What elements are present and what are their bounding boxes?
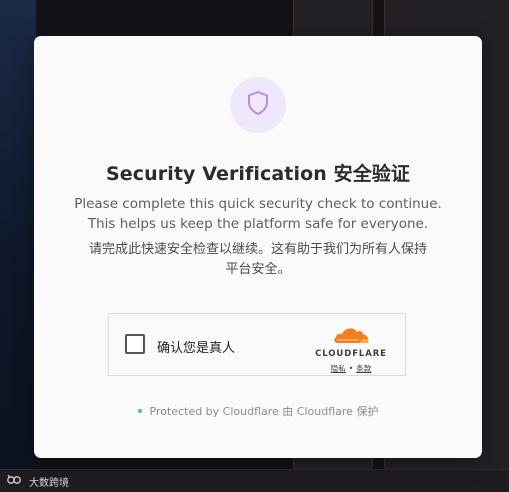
security-verification-modal: Security Verification 安全验证 Please comple… bbox=[34, 36, 482, 458]
description-english-line: This helps us keep the platform safe for… bbox=[87, 216, 429, 232]
description-english: Please complete this quick security chec… bbox=[64, 194, 452, 234]
background-page-left bbox=[0, 0, 36, 470]
cloudflare-branding: CLOUDFLARE 隐私 • 条款 bbox=[313, 324, 389, 374]
description-chinese: 请完成此快速安全检查以继续。这有助于我们为所有人保持 平台安全。 bbox=[60, 240, 456, 280]
cloudflare-cloud-icon bbox=[332, 328, 370, 348]
human-verification-checkbox[interactable] bbox=[125, 334, 145, 354]
background-bottom-bar: 大数跨境 bbox=[0, 469, 509, 492]
checkbox-label: 确认您是真人 bbox=[157, 341, 236, 356]
brand-logo-icon bbox=[7, 474, 25, 489]
shield-icon bbox=[246, 90, 270, 120]
status-dot-icon bbox=[137, 409, 142, 413]
widget-links: 隐私 • 条款 bbox=[313, 363, 389, 374]
background-brand-text: 大数跨境 bbox=[29, 477, 69, 489]
protection-footer: Protected by Cloudflare 由 Cloudflare 保护 bbox=[34, 403, 482, 419]
footer-text: Protected by Cloudflare 由 Cloudflare 保护 bbox=[149, 405, 379, 418]
shield-badge bbox=[230, 77, 286, 133]
description-chinese-line: 平台安全。 bbox=[225, 262, 291, 277]
description-english-line: Please complete this quick security chec… bbox=[74, 196, 442, 212]
cloudflare-turnstile-widget: 确认您是真人 CLOUDFLARE 隐私 • 条款 bbox=[108, 313, 406, 376]
privacy-link[interactable]: 隐私 bbox=[331, 364, 346, 373]
link-separator: • bbox=[348, 364, 354, 373]
terms-link[interactable]: 条款 bbox=[356, 364, 371, 373]
modal-title: Security Verification 安全验证 bbox=[105, 163, 410, 185]
cloudflare-wordmark: CLOUDFLARE bbox=[315, 349, 387, 359]
description-chinese-line: 请完成此快速安全检查以继续。这有助于我们为所有人保持 bbox=[88, 242, 427, 257]
